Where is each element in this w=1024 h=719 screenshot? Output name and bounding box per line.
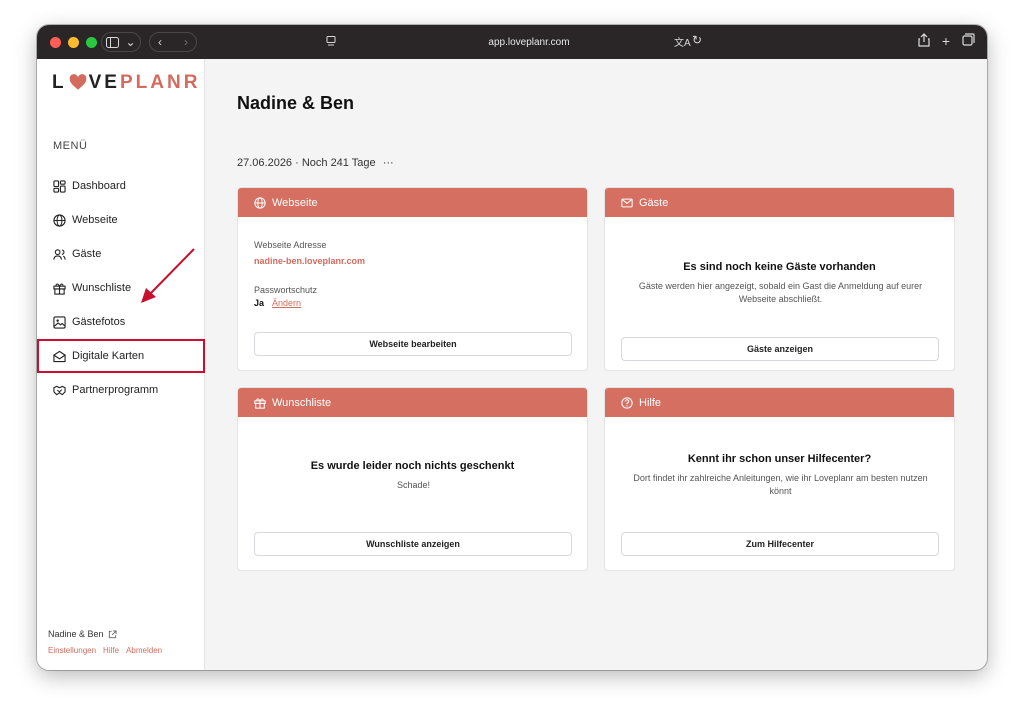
url-text: app.loveplanr.com [488,36,570,48]
new-tab-icon[interactable]: + [942,33,950,50]
help-description: Dort findet ihr zahlreiche Anleitungen, … [633,473,928,496]
help-title: Kennt ihr schon unser Hilfecenter? [687,453,872,465]
back-icon[interactable]: ‹ [158,35,162,49]
sidebar: L VE PLANR MENÜ Dashboard Webseite Gäste… [37,59,205,670]
help-circle-icon [621,396,633,409]
users-icon [53,248,66,260]
help-center-button[interactable]: Zum Hilfecenter [621,532,939,556]
image-icon [53,315,66,329]
sidebar-item-label: Wunschliste [72,282,132,294]
sidebar-item-label: Partnerprogramm [72,384,159,396]
account-link[interactable]: Nadine & Ben [48,629,162,639]
envelope-icon [621,198,633,207]
close-window-button[interactable] [50,37,61,48]
show-guests-button[interactable]: Gäste anzeigen [621,337,939,361]
envelope-open-icon [53,350,66,362]
translate-icon[interactable]: 文A [674,34,691,49]
sidebar-item-wunschliste[interactable]: Wunschliste [37,271,205,305]
logo-letters: VE [88,72,120,93]
password-protection-row: Ja Ändern [254,298,301,308]
footer-links: Einstellungen Hilfe Abmelden [48,646,162,655]
sidebar-item-dashboard[interactable]: Dashboard [37,169,205,203]
page-title: Nadine & Ben [237,93,355,113]
help-link[interactable]: Hilfe [103,646,119,655]
card-title: Hilfe [639,396,662,409]
card-gaeste: Gäste Es sind noch keine Gäste vorhanden… [604,187,955,371]
sidebar-item-label: Digitale Karten [72,350,145,362]
sidebar-item-digitale-karten[interactable]: Digitale Karten [37,339,205,373]
sidebar-item-label: Gäste [72,248,102,260]
sidebar-toggle-button[interactable]: ⌄ [101,32,141,52]
empty-state-title: Es wurde leider noch nichts geschenkt [310,460,515,472]
sidebar-icon [106,36,120,48]
sidebar-nav: Dashboard Webseite Gäste Wunschliste Gäs… [37,169,205,407]
card-header: Gäste [605,188,954,217]
handshake-icon [53,385,66,395]
minimize-window-button[interactable] [68,37,79,48]
browser-toolbar: ⌄ ‹ › app.loveplanr.com 文A ↻ + [37,25,987,59]
password-protection-label: Passwortschutz [254,285,318,295]
sidebar-item-webseite[interactable]: Webseite [37,203,205,237]
globe-icon [53,213,66,227]
settings-link[interactable]: Einstellungen [48,646,96,655]
history-nav: ‹ › [149,32,197,52]
event-date-line: 27.06.2026 · Noch 241 Tage ··· [237,157,394,169]
browser-window: ⌄ ‹ › app.loveplanr.com 文A ↻ + L VE PLAN… [37,25,987,670]
reload-icon[interactable]: ↻ [692,33,702,47]
sidebar-footer: Nadine & Ben Einstellungen Hilfe Abmelde… [48,629,162,655]
toolbar-actions: + [918,33,975,50]
empty-state-description: Schade! [396,480,431,490]
chevron-down-icon: ⌄ [125,35,136,49]
card-header: Wunschliste [238,388,587,417]
tabs-overview-icon[interactable] [962,33,975,50]
globe-icon [254,196,266,209]
zoom-window-button[interactable] [86,37,97,48]
sidebar-item-label: Gästefotos [72,316,126,328]
empty-state-title: Es sind noch keine Gäste vorhanden [683,261,876,273]
forward-icon[interactable]: › [184,35,188,49]
menu-label: MENÜ [53,140,88,152]
website-address-label: Webseite Adresse [254,240,327,250]
heart-icon [69,74,86,90]
share-icon[interactable] [918,33,930,50]
dashboard-icon [53,179,66,193]
edit-website-button[interactable]: Webseite bearbeiten [254,332,572,356]
gift-icon [254,397,266,409]
event-date: 27.06.2026 · Noch 241 Tage [237,157,376,169]
main-content: Nadine & Ben 27.06.2026 · Noch 241 Tage … [205,59,987,670]
card-wunschliste: Wunschliste Es wurde leider noch nichts … [237,387,588,571]
gift-icon [53,283,66,295]
window-controls [50,37,97,48]
website-address-link[interactable]: nadine-ben.loveplanr.com [254,256,365,266]
card-title: Webseite [272,196,318,209]
card-title: Wunschliste [272,396,332,409]
sidebar-item-gaeste[interactable]: Gäste [37,237,205,271]
card-webseite: Webseite Webseite Adresse nadine-ben.lov… [237,187,588,371]
sidebar-item-label: Webseite [72,214,118,226]
empty-state-description: Gäste werden hier angezeigt, sobald ein … [638,281,923,304]
sidebar-item-gaestefotos[interactable]: Gästefotos [37,305,205,339]
logo-letter: L [52,72,67,93]
external-link-icon [108,629,117,638]
logout-link[interactable]: Abmelden [126,646,162,655]
sidebar-item-partnerprogramm[interactable]: Partnerprogramm [37,373,205,407]
show-wishlist-button[interactable]: Wunschliste anzeigen [254,532,572,556]
card-hilfe: Hilfe Kennt ihr schon unser Hilfecenter?… [604,387,955,571]
change-password-link[interactable]: Ändern [272,298,301,308]
card-header: Webseite [238,188,587,217]
loveplanr-logo[interactable]: L VE PLANR [52,72,200,94]
logo-brand: PLANR [119,72,201,93]
card-header: Hilfe [605,388,954,417]
account-name: Nadine & Ben [48,629,104,639]
password-protection-value: Ja [254,298,265,308]
card-title: Gäste [639,196,669,209]
more-options-icon[interactable]: ··· [383,157,394,169]
sidebar-item-label: Dashboard [72,180,126,192]
